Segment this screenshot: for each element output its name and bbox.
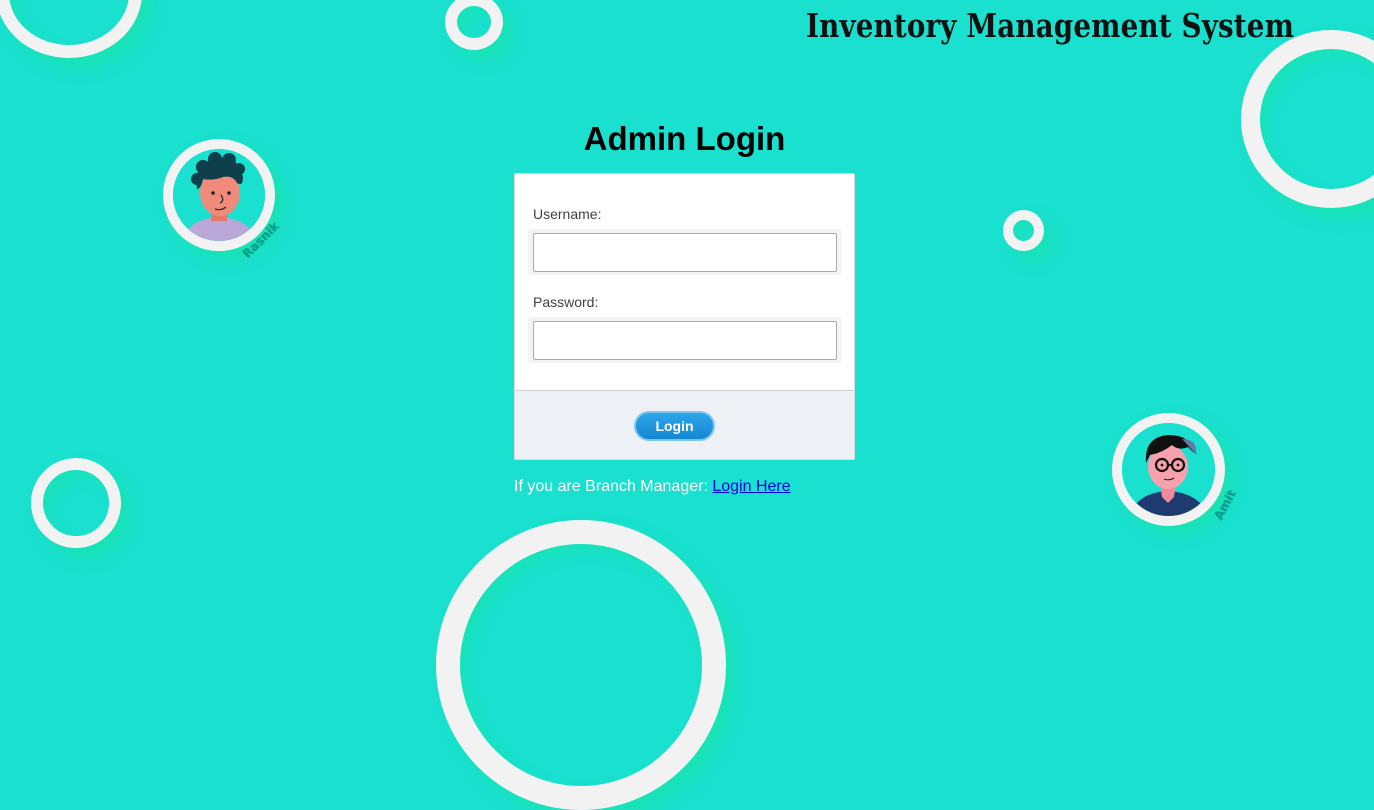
login-card: Username: Password: Login [514, 173, 855, 460]
login-heading: Admin Login [583, 120, 786, 157]
app-title: Inventory Management System [806, 6, 1295, 45]
login-form: Username: Password: [515, 174, 854, 391]
decorative-ring-top-center [445, 0, 503, 50]
password-label: Password: [533, 294, 599, 310]
decorative-ring-bottom-center [436, 520, 726, 810]
login-button-bar: Login [515, 390, 854, 459]
avatar-amit [1112, 413, 1225, 526]
decorative-ring-top-left [0, 0, 142, 58]
decorative-ring-small-right [1003, 210, 1044, 251]
username-input[interactable] [533, 233, 837, 272]
branch-manager-login-link[interactable]: Login Here [712, 478, 790, 495]
username-field-wrapper [528, 229, 842, 275]
branch-manager-prompt: If you are Branch Manager: Login Here [514, 478, 791, 496]
password-input[interactable] [533, 321, 837, 360]
person-curly-hair-icon [173, 149, 265, 241]
person-glasses-icon [1122, 423, 1215, 516]
password-field-wrapper [528, 317, 842, 363]
decorative-ring-bottom-left [31, 458, 121, 548]
decorative-ring-right [1241, 30, 1374, 208]
branch-manager-text: If you are Branch Manager: [514, 478, 708, 495]
login-button[interactable]: Login [634, 411, 715, 441]
username-label: Username: [533, 206, 602, 222]
